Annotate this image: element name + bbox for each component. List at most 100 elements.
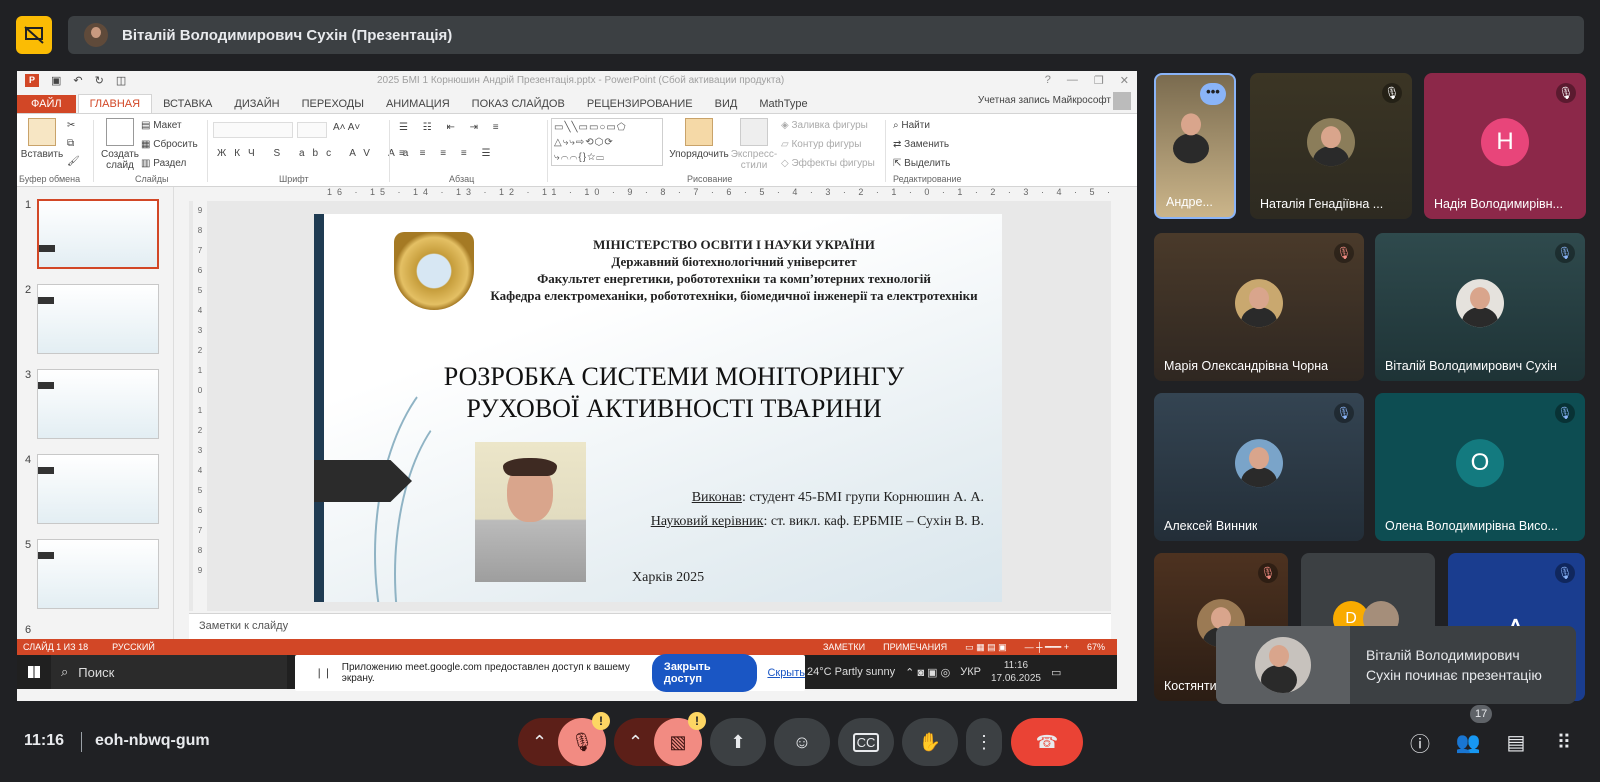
paste-icon	[28, 118, 56, 146]
divider	[81, 732, 82, 752]
cut-icon[interactable]: ✂	[67, 120, 75, 131]
taskbar-clock[interactable]: 11:16 17.06.2025	[991, 659, 1041, 685]
more-options-button[interactable]: ⋮	[966, 718, 1002, 766]
tab-animations[interactable]: АНИМАЦИЯ	[375, 95, 461, 113]
camera-options-chevron-icon[interactable]: ⌃	[628, 732, 643, 753]
notes-toggle[interactable]: ЗАМЕТКИ	[823, 642, 865, 653]
view-buttons-icon[interactable]: ▭ ▦ ▤ ▣	[965, 642, 1007, 653]
reactions-button[interactable]: ☺	[774, 718, 830, 766]
restore-icon[interactable]: ❐	[1094, 74, 1104, 87]
participant-letter-avatar: Н	[1481, 118, 1529, 167]
presenter-banner[interactable]: Віталій Володимирович Сухін (Презентація…	[68, 16, 1584, 54]
weather[interactable]: 24°C Partly sunny	[807, 666, 895, 678]
leave-call-button[interactable]: ☎	[1011, 718, 1083, 766]
current-slide[interactable]: МІНІСТЕРСТВО ОСВІТИ І НАУКИ УКРАЇНИ Держ…	[314, 214, 1002, 602]
new-slide-button[interactable]: Создать слайд	[97, 118, 143, 171]
shape-outline-button[interactable]: ▱ Контур фигуры	[781, 139, 861, 150]
account-avatar[interactable]	[1113, 92, 1131, 110]
camera-off-icon: ▧	[669, 731, 687, 752]
save-icon[interactable]: ▣	[51, 74, 61, 87]
minimize-icon[interactable]: —	[1067, 74, 1078, 87]
author-value: : студент 45-БМІ групи Корнюшин А. А.	[741, 490, 984, 505]
participant-tile-self[interactable]: ••• Андре...	[1154, 73, 1236, 219]
redo-icon[interactable]: ↻	[95, 74, 104, 87]
tab-insert[interactable]: ВСТАВКА	[152, 95, 223, 113]
thumbnail-scrollbar[interactable]	[173, 187, 183, 647]
captions-button[interactable]: CC	[838, 718, 894, 766]
font-format-icons[interactable]: ЖКЧ S abc AV Aa	[217, 148, 416, 159]
more-options-icon[interactable]: •••	[1200, 83, 1226, 105]
participant-tile[interactable]: 🎙 Марія Олександрівна Чорна	[1154, 233, 1364, 381]
zoom-slider[interactable]: — ┼ ━━━ +	[1025, 642, 1069, 653]
ribbon-home: Вставить ✂ ⧉ 🖌 Буфер обмена Создать слай…	[17, 113, 1137, 187]
section-button[interactable]: ▥ Раздел	[141, 158, 186, 169]
keyboard-language[interactable]: УКР	[960, 666, 981, 678]
find-button[interactable]: ⌕ Найти	[893, 120, 930, 131]
tab-design[interactable]: ДИЗАЙН	[223, 95, 290, 113]
font-family-select[interactable]	[213, 122, 293, 138]
stop-sharing-button[interactable]: Закрыть доступ	[651, 654, 758, 692]
tray-icons[interactable]: ⌃ ◙ ▣ ◎	[905, 666, 950, 679]
hand-icon: ✋	[918, 731, 942, 752]
thumb-number: 4	[25, 454, 32, 466]
meeting-info-icon[interactable]: ⓘ	[1406, 728, 1434, 756]
present-from-start-icon[interactable]: ◫	[116, 74, 126, 87]
paste-button[interactable]: Вставить	[19, 118, 65, 160]
shapes-gallery[interactable]: ▭╲╲▭▭○▭⬠ △⤷⤷⇨⟲⬡⟳ ⤷⌒⌒{}☆▭	[551, 118, 663, 166]
tab-home[interactable]: ГЛАВНАЯ	[77, 94, 153, 113]
shape-effects-button[interactable]: ◇ Эффекты фигуры	[781, 158, 875, 169]
hide-banner-link[interactable]: Скрыть	[767, 667, 805, 679]
tab-review[interactable]: РЕЦЕНЗИРОВАНИЕ	[576, 95, 704, 113]
participant-tile[interactable]: Н 🎙 Надія Володимирівн...	[1424, 73, 1586, 219]
list-icons[interactable]: ☰ ☷ ⇤ ⇥ ≡	[399, 122, 505, 133]
language-indicator[interactable]: РУССКИЙ	[112, 642, 155, 652]
chat-icon[interactable]: ▤	[1502, 728, 1530, 756]
tab-file[interactable]: ФАЙЛ	[17, 95, 76, 113]
replace-button[interactable]: ⇄ Заменить	[893, 139, 949, 150]
mic-off-icon: 🎙	[1258, 563, 1278, 583]
close-icon[interactable]: ✕	[1120, 74, 1129, 87]
quick-styles-button[interactable]: Экспресс-стили	[729, 118, 779, 171]
copy-icon[interactable]: ⧉	[67, 138, 74, 149]
slide-thumbnail[interactable]	[37, 199, 159, 269]
raise-hand-button[interactable]: ✋	[902, 718, 958, 766]
font-size-select[interactable]	[297, 122, 327, 138]
taskbar-search[interactable]: ⌕ Поиск	[51, 655, 287, 689]
participant-tile[interactable]: 🎙 Алексей Винник	[1154, 393, 1364, 541]
font-grow-icon[interactable]: A˄ A˅	[333, 122, 360, 133]
layout-button[interactable]: ▤ Макет	[141, 120, 182, 131]
presentation-icon[interactable]	[16, 16, 52, 54]
tab-transitions[interactable]: ПЕРЕХОДЫ	[291, 95, 375, 113]
reset-button[interactable]: ▦ Сбросить	[141, 139, 198, 150]
notes-pane[interactable]: Заметки к слайду	[189, 613, 1111, 639]
new-slide-icon	[106, 118, 134, 146]
slide-thumbnail[interactable]	[37, 369, 159, 439]
participant-tile[interactable]: 🎙 Віталій Володимирович Сухін	[1375, 233, 1585, 381]
participant-tile[interactable]: 🎙 Наталія Генадіївна ...	[1250, 73, 1412, 219]
notifications-icon[interactable]: ▭	[1051, 666, 1061, 679]
activities-icon[interactable]: ⠿	[1550, 728, 1578, 756]
participant-tile[interactable]: О 🎙 Олена Володимирівна Висо...	[1375, 393, 1585, 541]
align-icons[interactable]: ≡ ≡ ≡ ≡ ☰	[399, 148, 496, 159]
zoom-level[interactable]: 67%	[1087, 642, 1105, 653]
windows-start-icon[interactable]	[17, 655, 51, 689]
account-label[interactable]: Учетная запись Майкрософт	[978, 95, 1111, 106]
tab-mathtype[interactable]: MathType	[748, 95, 818, 113]
slide-thumbnail[interactable]	[37, 539, 159, 609]
arrange-button[interactable]: Упорядочить	[669, 118, 729, 160]
slide-thumbnail[interactable]	[37, 284, 159, 354]
slide-thumbnail[interactable]	[37, 454, 159, 524]
meeting-code[interactable]: eoh-nbwq-gum	[95, 732, 210, 750]
help-icon[interactable]: ?	[1045, 74, 1051, 87]
mic-options-chevron-icon[interactable]: ⌃	[532, 732, 547, 753]
undo-icon[interactable]: ↶	[73, 74, 82, 87]
tab-slideshow[interactable]: ПОКАЗ СЛАЙДОВ	[461, 95, 576, 113]
select-button[interactable]: ⇱ Выделить	[893, 158, 950, 169]
present-screen-button[interactable]: ⬆	[710, 718, 766, 766]
comments-toggle[interactable]: ПРИМЕЧАНИЯ	[883, 642, 947, 653]
shape-fill-button[interactable]: ◈ Заливка фигуры	[781, 120, 868, 131]
mic-control: ⌃ 🎙 !	[518, 712, 610, 766]
format-painter-icon[interactable]: 🖌	[67, 156, 80, 167]
people-icon[interactable]: 👥	[1454, 728, 1482, 756]
tab-view[interactable]: ВИД	[704, 95, 749, 113]
